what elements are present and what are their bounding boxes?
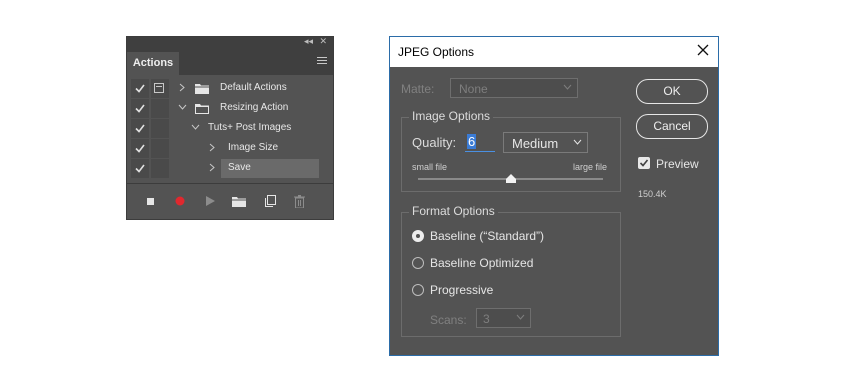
record-icon[interactable] bbox=[175, 196, 185, 206]
new-set-icon[interactable] bbox=[232, 196, 246, 207]
image-options-title: Image Options bbox=[409, 109, 494, 123]
radio-baseline-standard[interactable] bbox=[412, 230, 424, 242]
action-row-body[interactable]: Tuts+ Post Images bbox=[171, 119, 319, 138]
toggle-item-column[interactable] bbox=[131, 79, 149, 98]
folder-open-icon bbox=[195, 104, 209, 114]
toggle-item-column[interactable] bbox=[131, 99, 149, 118]
matte-label: Matte: bbox=[401, 82, 435, 96]
trash-icon[interactable] bbox=[294, 195, 305, 208]
large-file-label: large file bbox=[573, 162, 608, 172]
new-action-icon[interactable] bbox=[265, 195, 276, 207]
action-row-default-actions[interactable]: Default Actions bbox=[131, 79, 319, 99]
checkmark-icon bbox=[135, 104, 145, 113]
action-row-body[interactable]: Default Actions bbox=[171, 79, 319, 98]
chevron-down-icon bbox=[563, 84, 572, 90]
chevron-down-icon[interactable] bbox=[191, 123, 200, 132]
small-file-label: small file bbox=[412, 162, 448, 172]
collapse-panel-icon[interactable]: ◂◂ bbox=[304, 36, 313, 47]
action-row-label: Save bbox=[228, 162, 251, 173]
checkmark-icon bbox=[135, 144, 145, 153]
checkmark-icon bbox=[135, 84, 145, 93]
folder-icon bbox=[195, 84, 209, 94]
panel-bottom-toolbar bbox=[127, 184, 333, 219]
action-row-label: Default Actions bbox=[220, 82, 287, 93]
file-size-readout: 150.4K bbox=[638, 189, 667, 199]
stop-icon[interactable] bbox=[147, 198, 154, 205]
quality-preset-value: Medium bbox=[512, 136, 559, 151]
action-row-tuts-post-images[interactable]: Tuts+ Post Images bbox=[131, 119, 319, 139]
toggle-dialog-column[interactable] bbox=[151, 119, 169, 138]
tab-actions[interactable]: Actions bbox=[127, 52, 179, 75]
dialog-title: JPEG Options bbox=[398, 45, 475, 59]
action-row-body[interactable]: Image Size bbox=[171, 139, 319, 158]
matte-value: None bbox=[459, 82, 488, 96]
panel-menu-icon[interactable] bbox=[317, 57, 327, 66]
toggle-item-column[interactable] bbox=[131, 119, 149, 138]
action-row-label: Image Size bbox=[228, 142, 279, 153]
format-options-title: Format Options bbox=[409, 204, 498, 218]
quality-slider-thumb[interactable] bbox=[505, 174, 516, 183]
close-icon[interactable] bbox=[696, 43, 710, 57]
chevron-down-icon bbox=[573, 139, 582, 145]
dialog-titlebar[interactable]: JPEG Options bbox=[390, 37, 718, 67]
action-row-save[interactable]: Save bbox=[131, 159, 319, 179]
chevron-right-icon[interactable] bbox=[209, 163, 218, 172]
toggle-dialog-column[interactable] bbox=[151, 79, 169, 98]
panel-tabbar: Actions bbox=[127, 49, 333, 75]
dialog-toggle-icon bbox=[154, 83, 164, 93]
preview-label: Preview bbox=[656, 157, 699, 171]
quality-input[interactable]: 6 bbox=[465, 132, 495, 152]
action-row-label: Resizing Action bbox=[220, 102, 289, 113]
scans-label: Scans: bbox=[430, 313, 467, 327]
scans-value: 3 bbox=[483, 312, 490, 326]
cancel-button[interactable]: Cancel bbox=[636, 114, 708, 139]
radio-progressive[interactable] bbox=[412, 284, 424, 296]
action-row-body[interactable]: Resizing Action bbox=[171, 99, 319, 118]
chevron-right-icon[interactable] bbox=[209, 143, 218, 152]
chevron-right-icon[interactable] bbox=[179, 83, 188, 92]
action-row-label: Tuts+ Post Images bbox=[208, 122, 292, 133]
play-icon[interactable] bbox=[206, 196, 215, 206]
radio-label-progressive[interactable]: Progressive bbox=[430, 283, 493, 297]
ok-button[interactable]: OK bbox=[636, 79, 708, 104]
scans-select[interactable]: 3 bbox=[476, 308, 531, 328]
toggle-dialog-column[interactable] bbox=[151, 159, 169, 178]
quality-value: 6 bbox=[467, 134, 477, 149]
radio-baseline-optimized[interactable] bbox=[412, 257, 424, 269]
checkmark-icon bbox=[135, 164, 145, 173]
quality-label: Quality: bbox=[412, 135, 457, 150]
toggle-item-column[interactable] bbox=[131, 139, 149, 158]
checkmark-icon bbox=[639, 159, 649, 167]
actions-panel: ◂◂ ✕ Actions Default Actions Resizing Ac… bbox=[126, 36, 334, 220]
action-row-resizing-action[interactable]: Resizing Action bbox=[131, 99, 319, 119]
jpeg-options-dialog: JPEG Options Matte: None Image Options Q… bbox=[389, 36, 719, 356]
panel-topbar: ◂◂ ✕ bbox=[127, 36, 333, 49]
close-panel-icon[interactable]: ✕ bbox=[319, 36, 327, 47]
checkmark-icon bbox=[135, 124, 145, 133]
quality-preset-select[interactable]: Medium bbox=[503, 132, 588, 153]
radio-label-baseline-optimized[interactable]: Baseline Optimized bbox=[430, 256, 533, 270]
matte-select[interactable]: None bbox=[450, 78, 578, 98]
action-row-body[interactable]: Save bbox=[171, 159, 319, 178]
chevron-down-icon bbox=[516, 314, 525, 320]
chevron-down-icon[interactable] bbox=[178, 103, 187, 112]
radio-label-baseline-standard[interactable]: Baseline (“Standard”) bbox=[430, 229, 544, 243]
toggle-dialog-column[interactable] bbox=[151, 139, 169, 158]
preview-checkbox[interactable] bbox=[638, 157, 650, 169]
toggle-dialog-column[interactable] bbox=[151, 99, 169, 118]
toggle-item-column[interactable] bbox=[131, 159, 149, 178]
action-row-image-size[interactable]: Image Size bbox=[131, 139, 319, 159]
